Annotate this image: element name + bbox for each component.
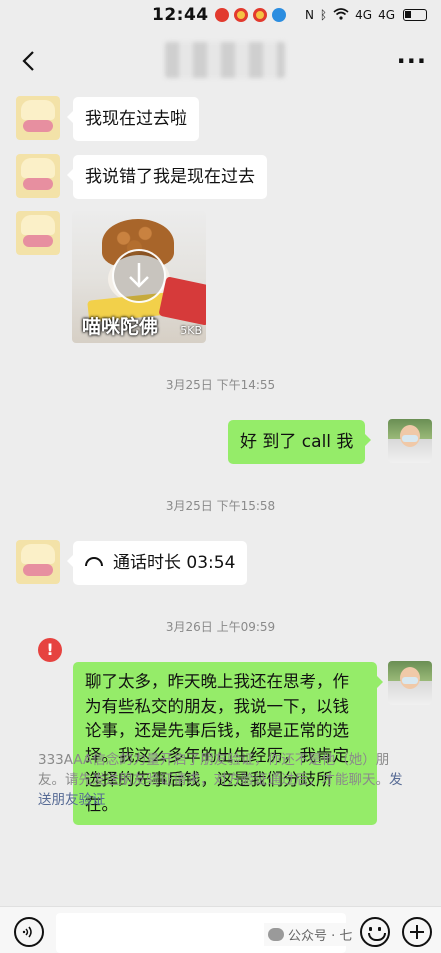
my-avatar[interactable] <box>388 661 432 705</box>
cellular-signal-icon-2: 4G <box>378 8 395 22</box>
contact-avatar[interactable] <box>16 154 60 198</box>
contact-avatar[interactable] <box>16 211 60 255</box>
video-file-size: 5KB <box>180 324 202 337</box>
chat-input-bar: 公众号 · 七 <box>0 906 441 953</box>
my-avatar[interactable] <box>388 419 432 463</box>
more-options-icon[interactable]: ··· <box>397 47 427 75</box>
plus-icon[interactable] <box>402 917 432 947</box>
battery-icon <box>403 9 427 21</box>
voice-input-icon[interactable] <box>14 917 44 947</box>
message-bubble-received[interactable]: 我说错了我是现在过去 <box>67 155 267 199</box>
weibo-notification-icon-2 <box>252 8 267 22</box>
send-failed-icon[interactable]: ! <box>38 638 62 662</box>
status-time: 12:44 <box>152 5 209 25</box>
chat-timestamp: 3月26日 上午09:59 <box>165 620 276 634</box>
call-record-bubble[interactable]: 通话时长 03:54 <box>66 541 248 585</box>
status-bar: 12:44 N ᛒ 4G 4G <box>0 0 441 30</box>
chat-timestamp: 3月25日 下午14:55 <box>165 378 276 392</box>
watermark: 公众号 · 七 <box>264 923 357 946</box>
emoji-icon[interactable] <box>360 917 390 947</box>
message-bubble-sent[interactable]: 好 到了 call 我 <box>228 420 372 464</box>
chat-timestamp: 3月25日 下午15:58 <box>165 499 276 513</box>
cellular-signal-icon: 4G <box>355 8 373 22</box>
phone-call-icon <box>85 556 103 566</box>
message-bubble-received[interactable]: 我现在过去啦 <box>67 97 199 141</box>
bluetooth-icon: ᛒ <box>319 8 328 22</box>
call-duration-text: 通话时长 03:54 <box>113 553 236 573</box>
notification-app-icon <box>214 8 229 22</box>
friend-verification-notice: 333AAA信念的力量开启了朋友验证，你还不是他（她）朋友。请先发送朋友验证请求… <box>38 750 410 810</box>
wechat-official-account-icon <box>268 928 284 941</box>
notice-text: 333AAA信念的力量开启了朋友验证，你还不是他（她）朋友。请先发送朋友验证请求… <box>38 752 390 788</box>
download-play-icon[interactable] <box>112 249 166 303</box>
video-message-thumbnail[interactable]: 喵咪陀佛 5KB <box>72 211 206 343</box>
wifi-icon <box>333 7 349 23</box>
back-icon[interactable] <box>14 47 42 75</box>
nfc-icon: N <box>304 8 314 22</box>
thumbnail-pillow-red <box>158 276 206 326</box>
notification-app-icon-2 <box>271 8 286 22</box>
contact-name <box>165 42 285 78</box>
weibo-notification-icon <box>233 8 248 22</box>
contact-avatar[interactable] <box>16 540 60 584</box>
watermark-text: 公众号 · 七 <box>288 929 353 944</box>
contact-avatar[interactable] <box>16 96 60 140</box>
chat-header: ··· <box>0 30 441 92</box>
video-caption: 喵咪陀佛 <box>82 316 159 338</box>
